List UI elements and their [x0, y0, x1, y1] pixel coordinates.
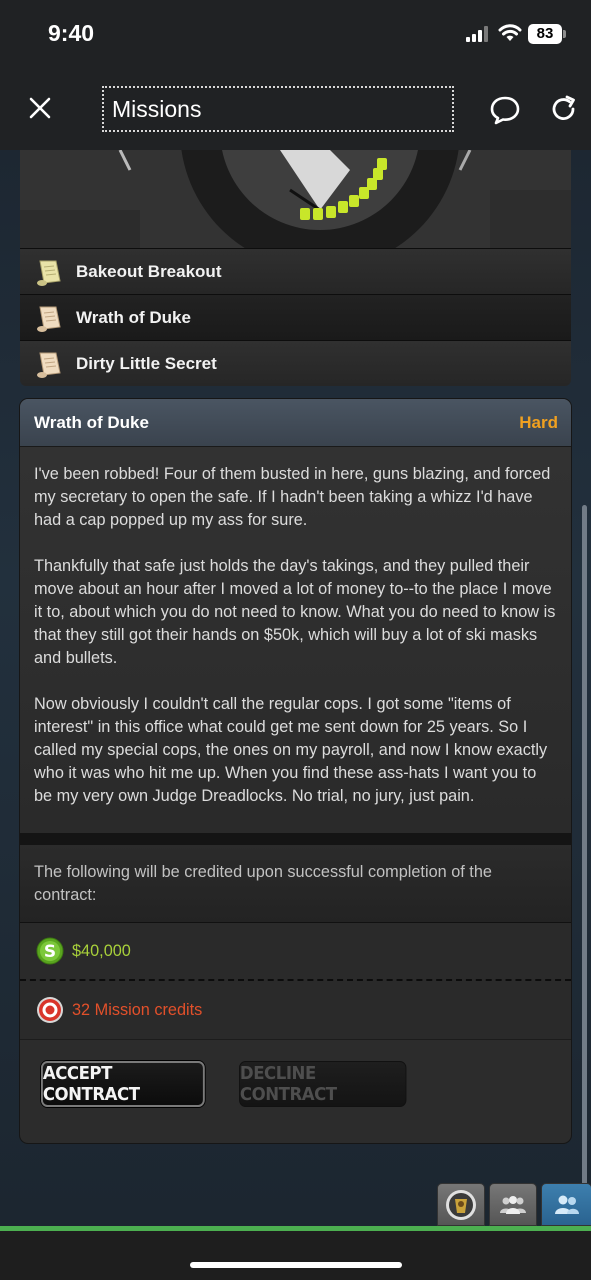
reward-credits-row: 32 Mission credits	[20, 981, 571, 1039]
reward-cash-row: S $40,000	[20, 923, 571, 981]
reload-icon	[552, 95, 575, 120]
reward-cash-value: $40,000	[72, 941, 131, 960]
reward-intro: The following will be credited upon succ…	[20, 845, 571, 923]
friends-button[interactable]	[541, 1183, 591, 1226]
group-icon	[500, 1195, 526, 1214]
description-paragraph: I've been robbed! Four of them busted in…	[34, 465, 551, 529]
portrait-icon	[446, 1189, 476, 1220]
dollar-coin-icon: S	[36, 937, 64, 965]
status-bar: 9:40 83	[0, 0, 591, 70]
mission-item-wrath-of-duke[interactable]: Wrath of Duke	[20, 294, 571, 340]
reload-button[interactable]	[546, 92, 582, 128]
status-time: 9:40	[48, 20, 95, 46]
scroll-icon	[37, 306, 61, 332]
profile-button[interactable]	[437, 1183, 485, 1226]
mission-description: I've been robbed! Four of them busted in…	[20, 447, 571, 845]
contract-actions: ACCEPT CONTRACT DECLINE CONTRACT	[20, 1039, 571, 1127]
scroll-icon	[37, 352, 61, 378]
mission-item-bakeout-breakout[interactable]: Bakeout Breakout	[20, 248, 571, 294]
chat-bubble-icon	[490, 96, 520, 125]
missions-content: Bakeout Breakout Wrath of Duke Dirty Lit…	[0, 150, 591, 1226]
mission-artwork	[20, 150, 571, 248]
detail-title: Wrath of Duke	[34, 412, 149, 432]
reward-credits-value: 32 Mission credits	[72, 1000, 203, 1019]
page-title: Missions	[102, 86, 454, 132]
home-bar	[0, 1231, 591, 1280]
description-paragraph: Now obviously I couldn't call the regula…	[34, 695, 548, 805]
mission-detail-panel: Wrath of Duke Hard I've been robbed! Fou…	[20, 399, 571, 1143]
mission-label: Wrath of Duke	[76, 307, 191, 327]
wifi-icon	[498, 24, 522, 41]
scroll-icon	[37, 260, 61, 286]
target-icon	[37, 997, 63, 1023]
bottom-dock	[437, 1183, 591, 1226]
close-icon	[29, 97, 51, 119]
decline-contract-button[interactable]: DECLINE CONTRACT	[239, 1060, 407, 1107]
nav-bar: Missions	[0, 70, 591, 150]
svg-text:S: S	[44, 942, 56, 962]
close-button[interactable]	[22, 90, 58, 126]
scrollbar[interactable]	[582, 505, 587, 1205]
group-button[interactable]	[489, 1183, 537, 1226]
detail-header: Wrath of Duke Hard	[20, 399, 571, 447]
mission-label: Dirty Little Secret	[76, 353, 217, 373]
description-paragraph: Thankfully that safe just holds the day'…	[34, 557, 556, 667]
difficulty-badge: Hard	[519, 412, 558, 432]
mission-list: Bakeout Breakout Wrath of Duke Dirty Lit…	[20, 248, 571, 386]
chat-button[interactable]	[487, 92, 523, 128]
friends-icon	[554, 1195, 579, 1214]
home-indicator[interactable]	[190, 1262, 402, 1268]
mission-label: Bakeout Breakout	[76, 261, 222, 281]
battery-icon: 83	[528, 24, 566, 44]
accept-contract-button[interactable]: ACCEPT CONTRACT	[41, 1060, 205, 1107]
signal-icon	[466, 26, 488, 42]
mission-item-dirty-little-secret[interactable]: Dirty Little Secret	[20, 340, 571, 386]
